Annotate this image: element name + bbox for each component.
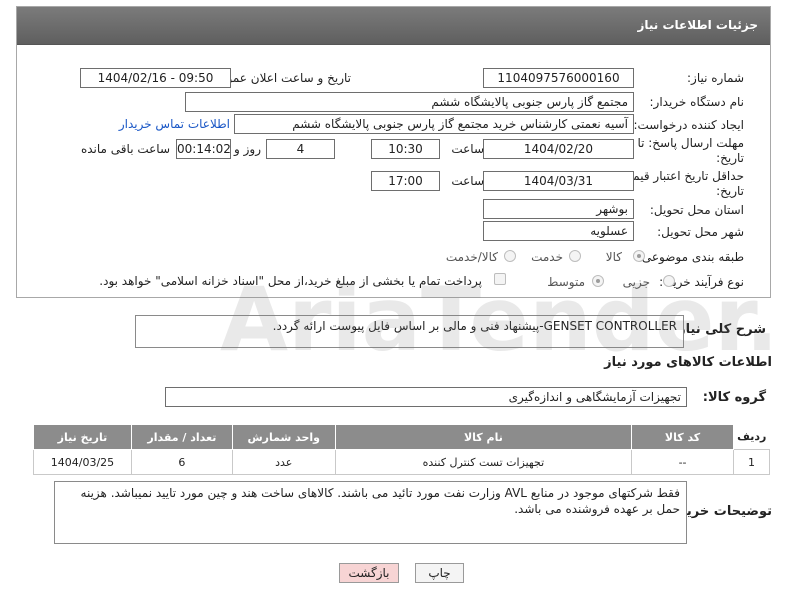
province-field: بوشهر xyxy=(483,199,634,219)
category-radio-goods[interactable] xyxy=(633,250,645,262)
announce-date-field: 1404/02/16 - 09:50 xyxy=(80,68,231,88)
description-box: GENSET CONTROLLER-پیشنهاد فنی و مالی بر … xyxy=(135,315,684,348)
validity-date-field: 1404/03/31 xyxy=(483,171,634,191)
table-row: 1404/03/25 6 عدد تجهیزات تست کنترل کننده… xyxy=(33,449,771,475)
days-label: روز و xyxy=(234,142,261,156)
table-header-row: تاریخ نیاز تعداد / مقدار واحد شمارش نام … xyxy=(33,424,770,450)
cell-unit: عدد xyxy=(231,449,336,475)
col-quantity: تعداد / مقدار xyxy=(130,424,233,450)
panel-title: جزئیات اطلاعات نیاز xyxy=(637,18,758,32)
category-radio-service[interactable] xyxy=(569,250,581,262)
process-radio-medium[interactable] xyxy=(592,275,604,287)
need-number-field: 1104097576000160 xyxy=(483,68,634,88)
description-label: شرح کلی نیاز: xyxy=(672,322,766,337)
treasury-payment-note: پرداخت تمام یا بخشی از مبلغ خرید،از محل … xyxy=(99,274,482,288)
cell-quantity: 6 xyxy=(130,449,233,475)
buyer-org-label: نام دستگاه خریدار: xyxy=(649,95,745,109)
process-option-minor: جزیی xyxy=(622,275,650,289)
cell-need-date: 1404/03/25 xyxy=(33,449,132,475)
city-field: عسلویه xyxy=(483,221,634,241)
deadline-time-field: 10:30 xyxy=(371,139,440,159)
cell-item-code: -- xyxy=(631,449,734,475)
creator-field: آسیه نعمتی کارشناس خرید مجتمع گاز پارس ج… xyxy=(234,114,634,134)
validity-time-field: 17:00 xyxy=(371,171,440,191)
deadline-time-label: ساعت xyxy=(451,142,484,156)
items-table: تاریخ نیاز تعداد / مقدار واحد شمارش نام … xyxy=(33,424,771,475)
city-label: شهر محل تحویل: xyxy=(657,225,744,239)
description-text: GENSET CONTROLLER-پیشنهاد فنی و مالی بر … xyxy=(272,319,677,333)
category-option-goods: کالا xyxy=(605,250,622,264)
col-row-number: ردیف xyxy=(733,424,770,450)
deadline-label: مهلت ارسال پاسخ: تا تاریخ: xyxy=(637,136,744,165)
print-button[interactable]: چاپ xyxy=(415,563,464,583)
process-option-medium: متوسط xyxy=(547,275,585,289)
col-unit: واحد شمارش xyxy=(231,424,336,450)
col-item-code: کد کالا xyxy=(631,424,734,450)
back-button[interactable]: بازگشت xyxy=(339,563,399,583)
goods-group-field: تجهیزات آزمایشگاهی و اندازه‌گیری xyxy=(165,387,687,407)
need-number-label: شماره نیاز: xyxy=(687,71,744,85)
deadline-date-field: 1404/02/20 xyxy=(483,139,634,159)
category-label: طبقه بندی موضوعی: xyxy=(637,250,744,264)
validity-time-label: ساعت xyxy=(451,174,484,188)
province-label: استان محل تحویل: xyxy=(649,203,744,217)
buyer-notes-text: فقط شرکتهای موجود در منابع AVL وزارت نفت… xyxy=(80,486,680,516)
col-need-date: تاریخ نیاز xyxy=(33,424,132,450)
treasury-payment-checkbox[interactable] xyxy=(494,273,506,285)
category-option-service: خدمت xyxy=(531,250,563,264)
days-remaining-field: 4 xyxy=(266,139,335,159)
col-item-name: نام کالا xyxy=(334,424,633,450)
category-option-goods-service: کالا/خدمت xyxy=(445,250,498,264)
panel-header: جزئیات اطلاعات نیاز xyxy=(17,7,770,45)
goods-info-title: اطلاعات کالاهای مورد نیاز xyxy=(604,355,772,370)
goods-group-label: گروه کالا: xyxy=(702,390,766,405)
buyer-contact-link[interactable]: اطلاعات تماس خریدار xyxy=(119,117,230,131)
buyer-notes-box: فقط شرکتهای موجود در منابع AVL وزارت نفت… xyxy=(54,481,687,544)
remaining-time-field: 00:14:02 xyxy=(176,139,231,159)
creator-label: ایجاد کننده درخواست: xyxy=(633,118,744,132)
category-radio-goods-service[interactable] xyxy=(504,250,516,262)
cell-row-number: 1 xyxy=(732,449,771,475)
remaining-time-label: ساعت باقی مانده xyxy=(80,142,170,156)
process-radio-minor[interactable] xyxy=(663,275,675,287)
buyer-org-field: مجتمع گاز پارس جنوبی پالایشگاه ششم xyxy=(185,92,634,112)
cell-item-name: تجهیزات تست کنترل کننده xyxy=(334,449,633,475)
